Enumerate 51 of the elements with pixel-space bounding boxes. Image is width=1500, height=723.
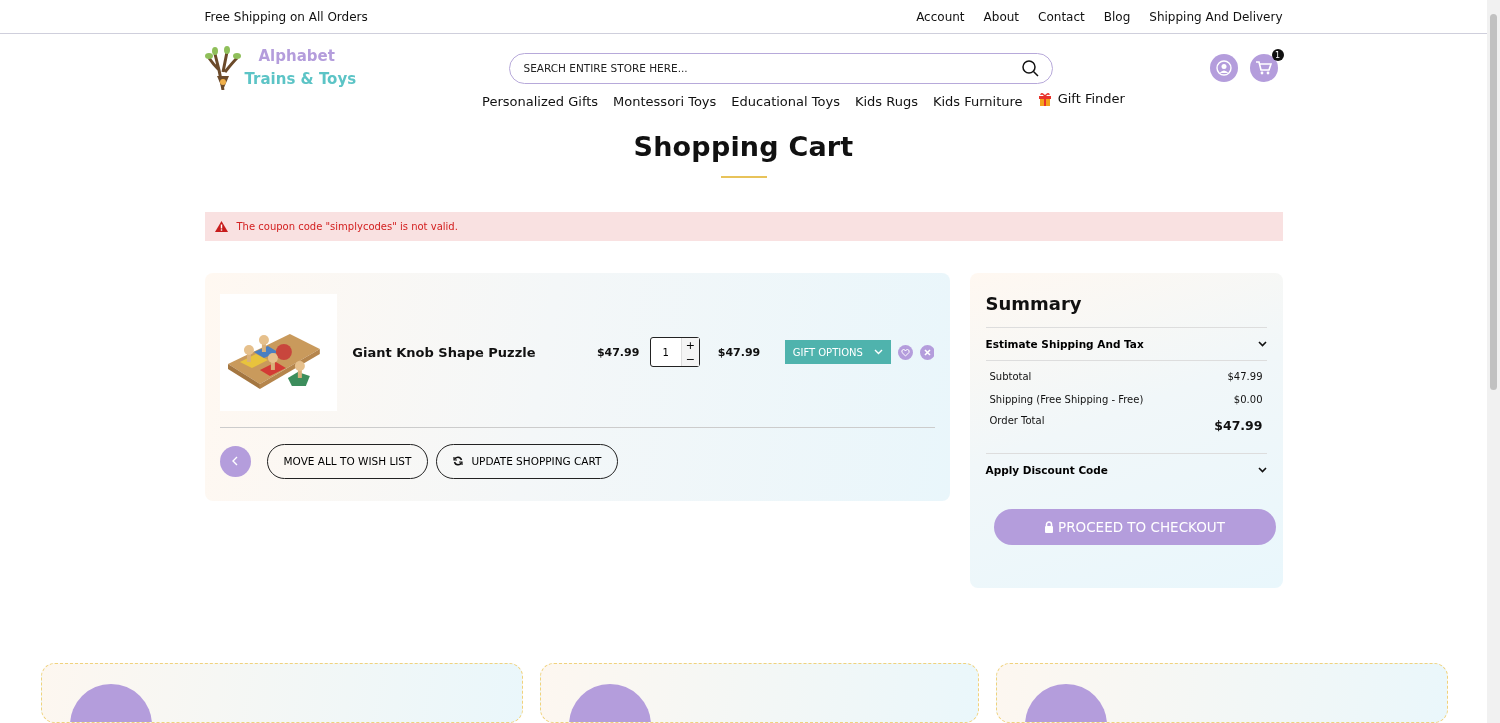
- top-link[interactable]: Account: [916, 9, 965, 24]
- page-title: Shopping Cart: [632, 131, 855, 162]
- cart-count-badge: 1: [1271, 49, 1284, 61]
- collapsible-section[interactable]: Estimate Shipping And Tax: [985, 326, 1267, 360]
- cart-button[interactable]: [1249, 54, 1278, 82]
- chevron-left-icon: [232, 456, 238, 466]
- account-button[interactable]: [1209, 54, 1238, 82]
- remove-icon[interactable]: [919, 344, 935, 360]
- collapsible-section[interactable]: Apply Discount Code: [985, 452, 1267, 486]
- nav-link[interactable]: Gift Finder: [1037, 88, 1125, 109]
- lock-icon: [1044, 520, 1055, 533]
- tree-logo-icon: [204, 46, 241, 90]
- top-link[interactable]: Contact: [1038, 9, 1085, 24]
- cart-icon: [1255, 61, 1272, 75]
- refresh-icon: [453, 456, 464, 466]
- increase-button[interactable]: +: [681, 338, 699, 352]
- nav-link[interactable]: Educational Toys: [731, 94, 840, 109]
- gift-icon: [1037, 91, 1052, 106]
- nav-link[interactable]: Personalized Gifts: [482, 94, 599, 109]
- nav-link[interactable]: Kids Rugs: [854, 94, 918, 109]
- back-button[interactable]: [219, 445, 251, 477]
- quantity-field[interactable]: 1: [650, 338, 681, 366]
- logo-text: Trains & Toys: [244, 69, 357, 90]
- summary-title: Summary: [985, 292, 1083, 314]
- scrollbar[interactable]: [1487, 0, 1500, 723]
- quantity-stepper[interactable]: 1 + −: [649, 337, 700, 367]
- decrease-button[interactable]: −: [681, 352, 699, 366]
- top-link[interactable]: About: [983, 9, 1020, 24]
- search-field[interactable]: SEARCH ENTIRE STORE HERE...: [508, 52, 1053, 84]
- summary-value: $47.99: [1214, 417, 1263, 433]
- product-subtotal: $47.99: [717, 345, 762, 359]
- nav-link[interactable]: Montessori Toys: [613, 94, 717, 109]
- summary-label: Shipping (Free Shipping - Free): [989, 393, 1144, 405]
- product-name: Giant Knob Shape Puzzle: [352, 344, 537, 360]
- summary-label: Subtotal: [989, 370, 1032, 382]
- summary-value: $47.99: [1227, 370, 1263, 382]
- chevron-down-icon: [1257, 340, 1267, 347]
- top-link[interactable]: Blog: [1103, 9, 1131, 24]
- alert-message: The coupon code "simplycodes" is not valid.: [236, 220, 458, 232]
- top-link[interactable]: Shipping And Delivery: [1149, 9, 1283, 24]
- promo-text: Free Shipping on All Orders: [204, 9, 368, 24]
- nav-link[interactable]: Kids Furniture: [932, 94, 1023, 109]
- user-icon: [1215, 60, 1232, 76]
- chevron-down-icon: [1257, 466, 1267, 473]
- warning-icon: [214, 220, 228, 232]
- summary-label: Order Total: [989, 414, 1045, 426]
- summary-value: $0.00: [1233, 393, 1263, 405]
- search-icon: [1021, 59, 1039, 77]
- logo-text: Alphabet: [257, 46, 336, 67]
- product-price: $47.99: [596, 345, 641, 359]
- chevron-down-icon: [873, 349, 883, 355]
